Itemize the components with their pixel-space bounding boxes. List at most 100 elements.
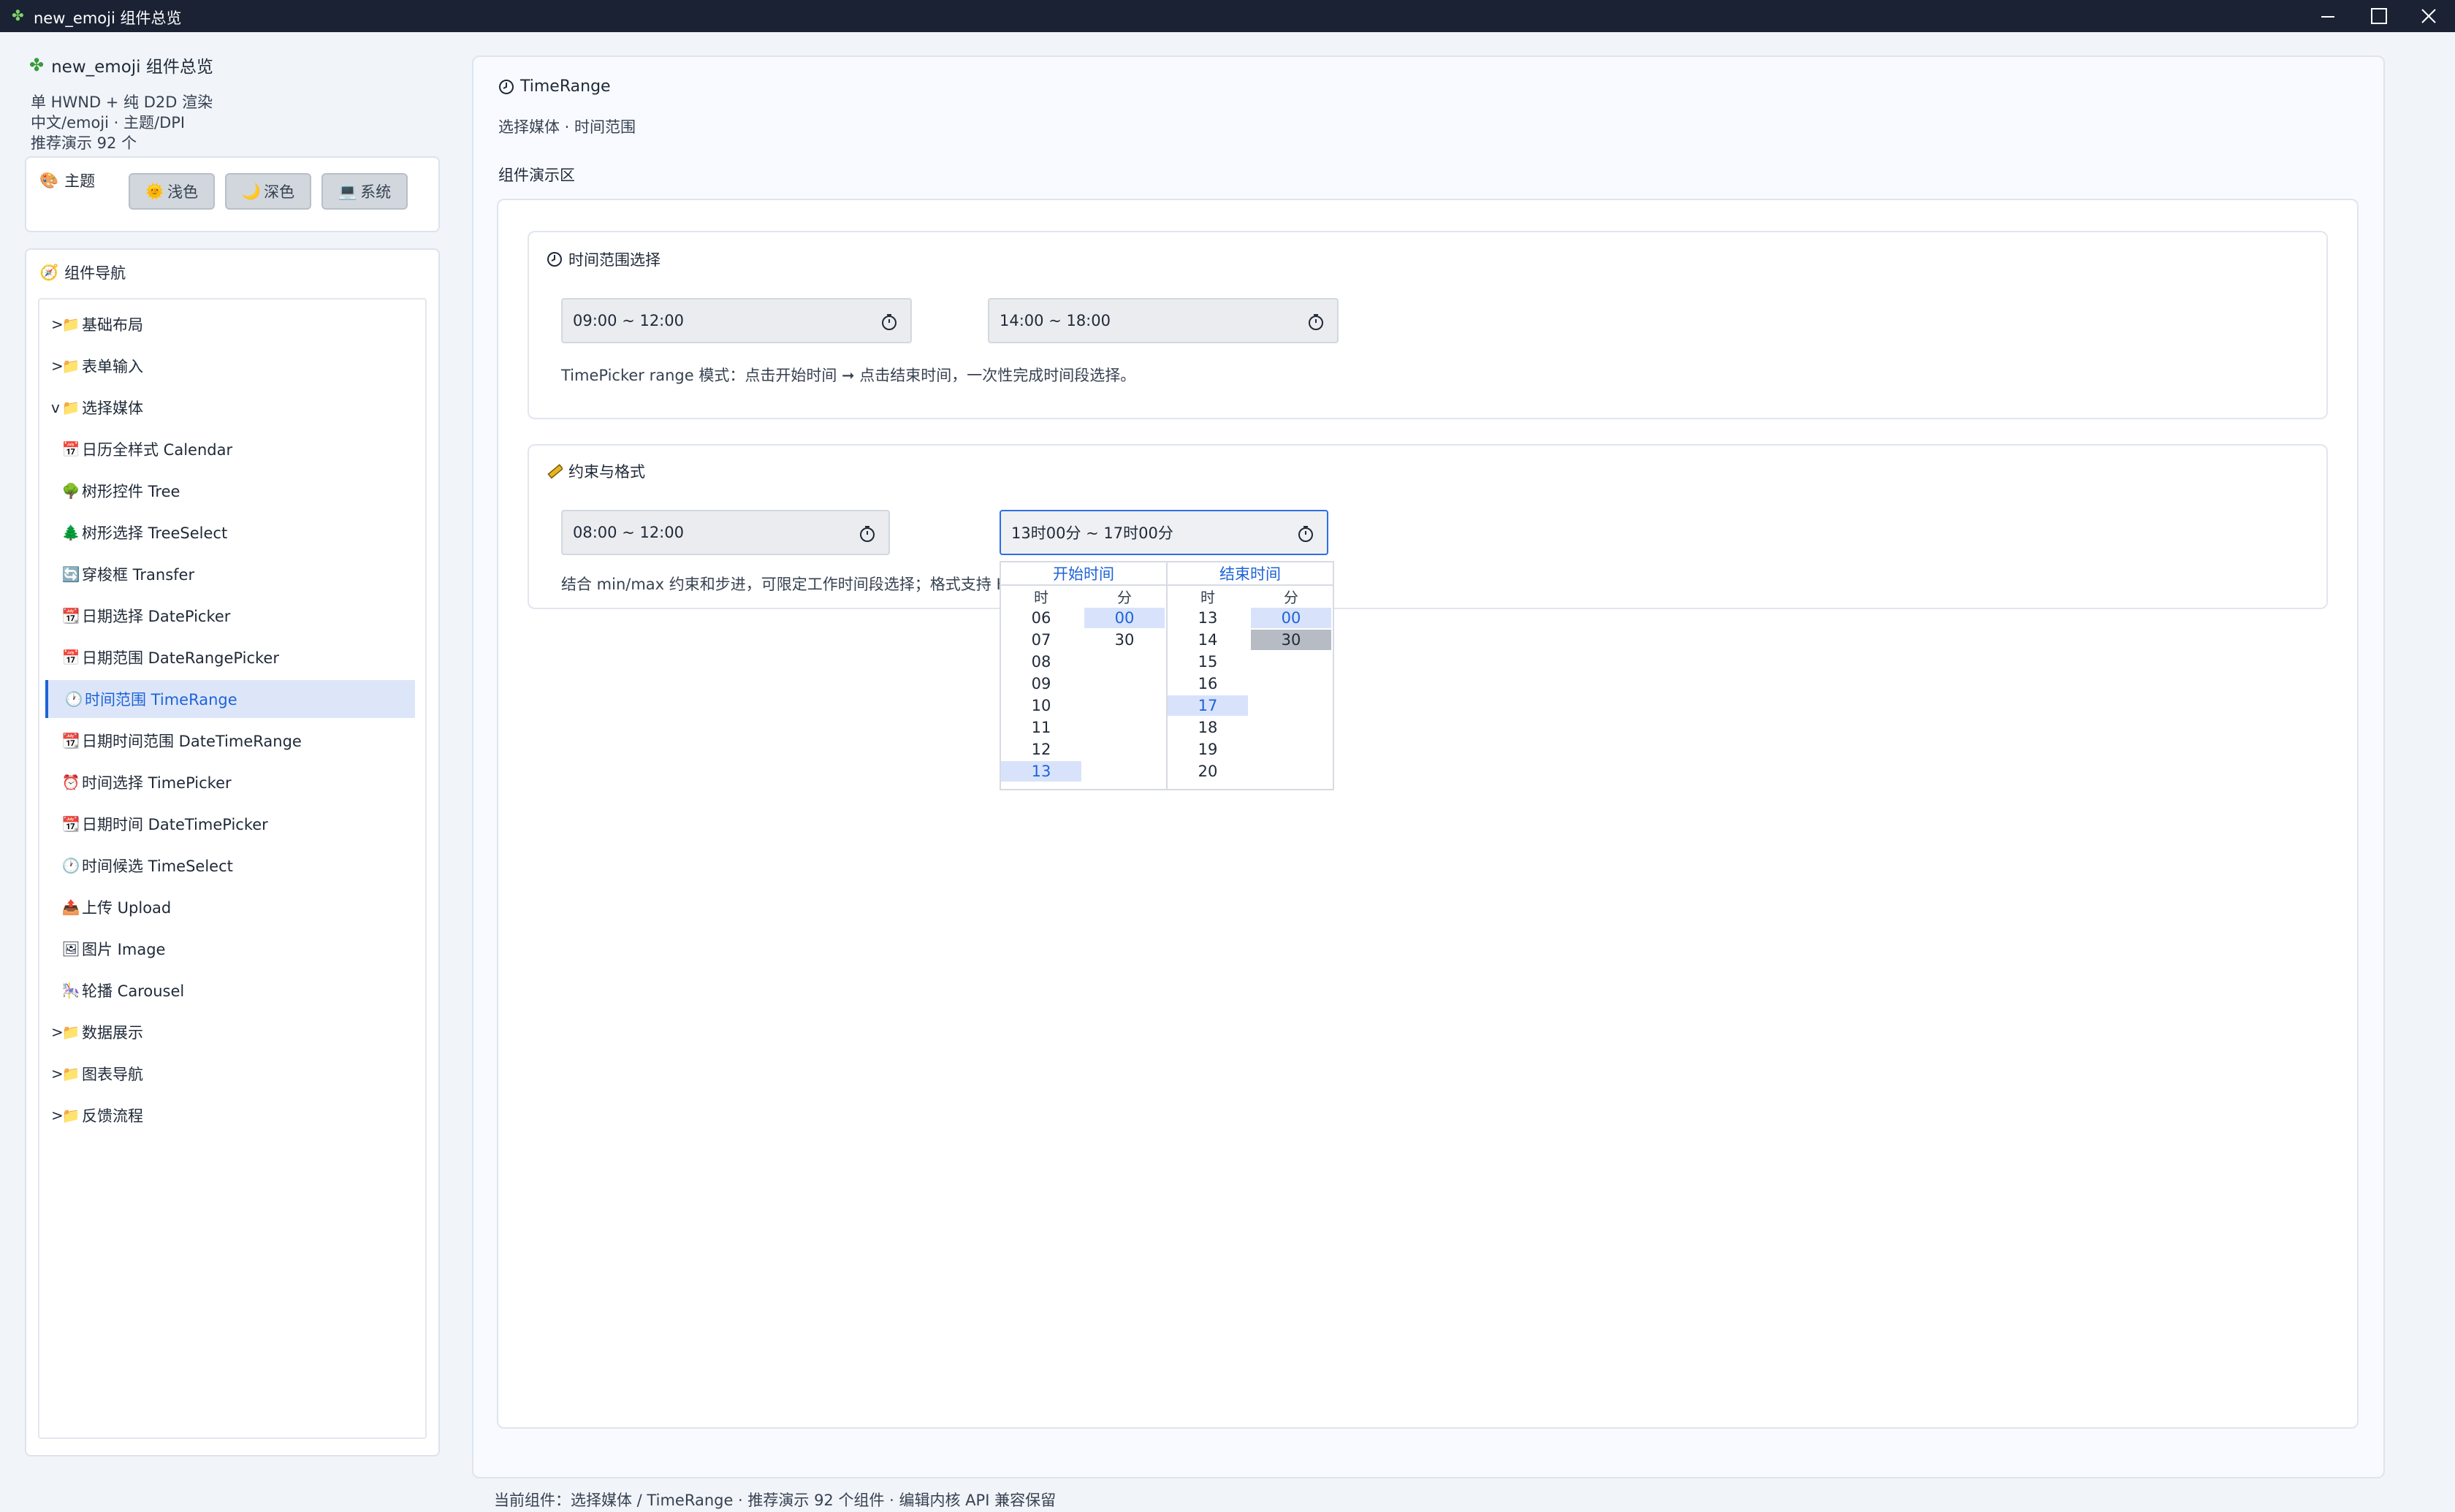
- folder-icon: 📁: [61, 399, 80, 416]
- end-hour-option[interactable]: 19: [1168, 739, 1248, 760]
- sidebar-item-1[interactable]: > 📁 表单输入: [51, 347, 421, 385]
- image-icon: 🖼: [61, 940, 80, 958]
- palette-icon: 🎨: [39, 171, 59, 189]
- sidebar-item-label: 选择媒体: [82, 400, 143, 417]
- demo-area-label: 组件演示区: [498, 167, 575, 184]
- theme-system-button[interactable]: 💻 系统: [321, 173, 408, 210]
- folder-icon: 📁: [61, 1107, 80, 1124]
- sidebar-item-15[interactable]: 🖼 图片 Image: [45, 930, 415, 968]
- sidebar-item-13[interactable]: 🕐 时间候选 TimeSelect: [45, 847, 415, 885]
- close-icon: [2421, 9, 2436, 23]
- sidebar-item-19[interactable]: > 📁 反馈流程: [51, 1096, 421, 1134]
- sidebar-item-17[interactable]: > 📁 数据展示: [51, 1013, 421, 1051]
- sidebar-item-11[interactable]: ⏰ 时间选择 TimePicker: [45, 763, 415, 801]
- section-constraints-desc: 结合 min/max 约束和步进，可限定工作时间段选择；格式支持 H: [561, 576, 1008, 593]
- minimize-icon: [2321, 16, 2334, 18]
- sidebar-item-3[interactable]: 📅 日历全样式 Calendar: [45, 430, 415, 468]
- page-title: TimeRange: [498, 77, 611, 96]
- sidebar-item-14[interactable]: 📤 上传 Upload: [45, 888, 415, 926]
- date-icon: 📆: [61, 607, 80, 625]
- sidebar-item-0[interactable]: > 📁 基础布局: [51, 305, 421, 343]
- start-hour-label: 时: [1034, 589, 1048, 606]
- app-title: ✤ new_emoji 组件总览: [29, 55, 213, 77]
- sidebar-item-label: 日期选择 DatePicker: [82, 608, 231, 625]
- start-hour-option[interactable]: 09: [1001, 673, 1081, 694]
- status-bar: 当前组件：选择媒体 / TimeRange · 推荐演示 92 个组件 · 编辑…: [494, 1492, 1057, 1509]
- dropdown-start-header: 开始时间: [1053, 565, 1114, 583]
- start-hour-option[interactable]: 06: [1001, 608, 1081, 628]
- tree-icon: 🌳: [61, 482, 80, 500]
- sidebar-item-7[interactable]: 📆 日期选择 DatePicker: [45, 597, 415, 635]
- maximize-button[interactable]: [2354, 0, 2404, 32]
- chevron-right-icon: >: [51, 1107, 64, 1124]
- sidebar-item-label: 表单输入: [82, 358, 143, 375]
- window-title: new_emoji 组件总览: [34, 9, 182, 27]
- clock-icon: 🕐: [61, 857, 80, 874]
- clock-icon: 🕐: [64, 690, 83, 708]
- sidebar-item-16[interactable]: 🎠 轮播 Carousel: [45, 971, 415, 1009]
- timer-icon: [1309, 314, 1323, 330]
- end-minute-option[interactable]: 30: [1251, 630, 1331, 650]
- sidebar-item-10[interactable]: 📆 日期时间范围 DateTimeRange: [45, 722, 415, 760]
- minimize-button[interactable]: [2303, 0, 2353, 32]
- sidebar-item-8[interactable]: 📅 日期范围 DateRangePicker: [45, 638, 415, 676]
- sidebar-item-9[interactable]: 🕐 时间范围 TimeRange: [45, 680, 415, 718]
- time-range-input-2[interactable]: 14:00 ~ 18:00: [988, 298, 1339, 343]
- end-hour-option[interactable]: 18: [1168, 717, 1248, 738]
- alarm-icon: ⏰: [61, 774, 80, 791]
- end-hour-option[interactable]: 17: [1168, 695, 1248, 716]
- end-hour-option[interactable]: 15: [1168, 652, 1248, 672]
- theme-dark-button[interactable]: 🌙 深色: [225, 173, 311, 210]
- theme-light-button[interactable]: 🌞 浅色: [129, 173, 215, 210]
- sidebar-item-label: 数据展示: [82, 1024, 143, 1042]
- ruler-icon: [547, 464, 563, 479]
- start-hour-option[interactable]: 12: [1001, 739, 1081, 760]
- clock-icon: [499, 79, 514, 94]
- sidebar-item-5[interactable]: 🌲 树形选择 TreeSelect: [45, 513, 415, 551]
- dropdown-start-column: 开始时间 时 分 06 07 08 09 10 11 12 13 00 30: [1000, 561, 1168, 790]
- sidebar-item-label: 树形选择 TreeSelect: [82, 524, 228, 542]
- nav-label: 🧭 组件导航: [39, 263, 126, 283]
- folder-icon: 📁: [61, 1065, 80, 1083]
- sidebar-item-label: 上传 Upload: [82, 899, 172, 917]
- clock-icon: [547, 252, 562, 267]
- chevron-right-icon: >: [51, 316, 64, 333]
- time-range-input-1[interactable]: 09:00 ~ 12:00: [561, 298, 912, 343]
- chevron-right-icon: >: [51, 1023, 64, 1041]
- calendar-icon: 📅: [61, 440, 80, 458]
- sun-icon: 🌞: [145, 182, 165, 200]
- sidebar-item-label: 树形控件 Tree: [82, 483, 180, 500]
- sidebar-item-18[interactable]: > 📁 图表导航: [51, 1055, 421, 1093]
- sidebar-item-label: 图片 Image: [82, 941, 166, 958]
- time-range-input-constrained[interactable]: 08:00 ~ 12:00: [561, 510, 890, 555]
- dropdown-end-header: 结束时间: [1219, 565, 1281, 583]
- upload-icon: 📤: [61, 898, 80, 916]
- start-hour-option[interactable]: 07: [1001, 630, 1081, 650]
- start-minute-option[interactable]: 00: [1084, 608, 1165, 628]
- start-minute-option[interactable]: 30: [1084, 630, 1165, 650]
- close-button[interactable]: [2404, 0, 2454, 32]
- moon-icon: 🌙: [241, 182, 262, 200]
- transfer-icon: 🔄: [61, 565, 80, 583]
- end-hour-option[interactable]: 20: [1168, 761, 1248, 782]
- end-hour-option[interactable]: 16: [1168, 673, 1248, 694]
- timer-icon: [1298, 526, 1313, 542]
- section-time-range-desc: TimePicker range 模式：点击开始时间 ➞ 点击结束时间，一次性完…: [561, 367, 1136, 384]
- calendar-icon: 📅: [61, 649, 80, 666]
- end-hour-option[interactable]: 14: [1168, 630, 1248, 650]
- end-hour-option[interactable]: 13: [1168, 608, 1248, 628]
- sidebar-item-label: 日期时间 DateTimePicker: [82, 816, 268, 833]
- sidebar-item-2[interactable]: v 📁 选择媒体: [51, 389, 421, 427]
- time-range-input-formatted[interactable]: 13时00分 ~ 17时00分: [1000, 510, 1328, 555]
- sidebar-item-4[interactable]: 🌳 树形控件 Tree: [45, 472, 415, 510]
- date-icon: 📆: [61, 732, 80, 749]
- start-hour-option[interactable]: 13: [1001, 761, 1081, 782]
- sidebar-item-6[interactable]: 🔄 穿梭框 Transfer: [45, 555, 415, 593]
- title-bar: ✤ new_emoji 组件总览: [0, 0, 2455, 32]
- start-hour-option[interactable]: 08: [1001, 652, 1081, 672]
- end-minute-option[interactable]: 00: [1251, 608, 1331, 628]
- start-hour-option[interactable]: 11: [1001, 717, 1081, 738]
- sidebar-item-12[interactable]: 📆 日期时间 DateTimePicker: [45, 805, 415, 843]
- timer-icon: [860, 526, 875, 542]
- start-hour-option[interactable]: 10: [1001, 695, 1081, 716]
